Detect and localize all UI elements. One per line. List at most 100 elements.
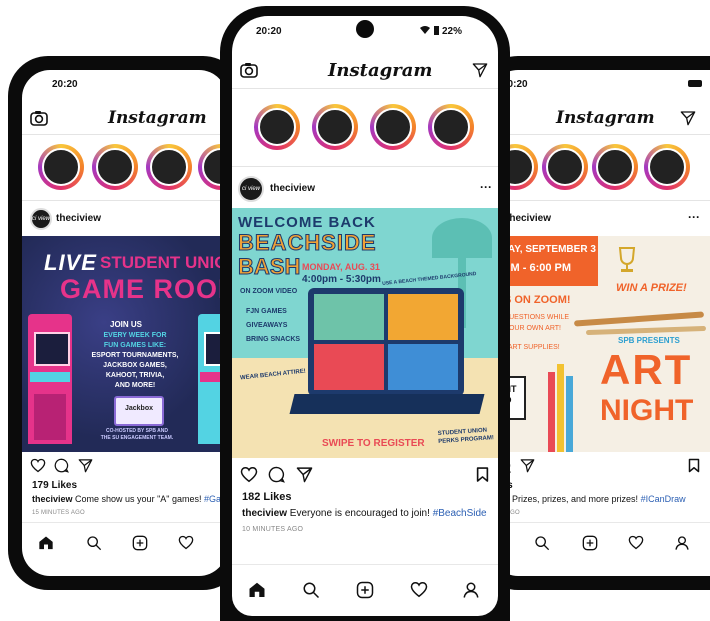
like-heart-icon[interactable] (30, 458, 46, 473)
post-title-big: GAME ROOM (60, 274, 227, 304)
post-caption: iew Prizes, prizes, and more prizes! #IC… (496, 494, 686, 504)
post-username[interactable]: theciview (270, 183, 315, 194)
comment-icon[interactable] (54, 458, 69, 473)
post-bullet: FJN GAMES (246, 308, 287, 315)
status-time: 20:20 (52, 79, 78, 90)
activity-heart-icon[interactable] (178, 535, 194, 550)
post-join: JOIN US (110, 320, 143, 329)
new-post-icon[interactable] (132, 535, 148, 551)
post-date: MONDAY, AUG. 31 (302, 262, 380, 272)
post-username[interactable]: theciview (506, 213, 551, 224)
new-post-icon[interactable] (356, 581, 374, 599)
home-icon[interactable] (248, 581, 266, 598)
post-cohost: CO-HOSTED BY SPB AND THE SU ENGAGEMENT T… (100, 428, 174, 441)
direct-message-icon[interactable] (472, 62, 488, 78)
video-tile (388, 294, 458, 340)
new-post-icon[interactable] (582, 535, 598, 551)
status-bar: 20:20 (490, 70, 710, 98)
post-image[interactable]: SDAY, SEPTEMBER 3 0 PM - 6:00 PM US ON Z… (490, 236, 710, 452)
pencil (548, 372, 555, 452)
like-heart-icon[interactable] (240, 466, 258, 483)
post-bullet: BRING SNACKS (246, 336, 301, 343)
profile-icon[interactable] (462, 581, 480, 599)
home-icon[interactable] (38, 535, 54, 550)
camera-icon[interactable] (30, 110, 48, 126)
wifi-icon (420, 26, 430, 34)
post-bullet: GIVEAWAYS (246, 322, 288, 329)
instagram-logo: Instagram (556, 108, 655, 128)
app-header: Instagram (490, 98, 710, 138)
left-phone-screen: 20:20 Instagram ci view theciview LIVE S… (22, 70, 227, 576)
pencil (557, 364, 564, 452)
app-header: Instagram (22, 98, 227, 138)
story-avatar[interactable] (592, 144, 638, 190)
story-avatar[interactable] (38, 144, 84, 190)
pencil (566, 376, 573, 452)
post-night: NIGHT (600, 394, 694, 427)
comment-icon[interactable] (268, 466, 285, 483)
header-divider (232, 88, 498, 89)
header-divider (490, 134, 710, 135)
more-options-icon[interactable]: ··· (688, 210, 700, 224)
activity-heart-icon[interactable] (628, 535, 644, 550)
story-avatar[interactable] (254, 104, 300, 150)
post-laptop-screen (308, 288, 464, 396)
post-time-ago: 15 MINUTES AGO (32, 510, 85, 516)
post-zoom: ON ZOOM VIDEO (240, 288, 298, 295)
search-icon[interactable] (302, 581, 320, 599)
story-avatar[interactable] (312, 104, 358, 150)
post-live: LIVE (44, 250, 97, 275)
post-avatar[interactable]: ci view (238, 176, 264, 202)
post-line1: WELCOME BACK (238, 214, 376, 231)
story-avatar[interactable] (146, 144, 192, 190)
share-icon[interactable] (78, 458, 93, 473)
more-options-icon[interactable]: ··· (480, 180, 492, 194)
search-icon[interactable] (86, 535, 102, 551)
paintbrush (573, 311, 705, 327)
center-phone-screen: 20:20 22% Instagram ci view theciview ··… (232, 16, 498, 616)
bookmark-icon[interactable] (688, 458, 700, 473)
video-tile (314, 294, 384, 340)
bookmark-icon[interactable] (476, 466, 489, 483)
post-username[interactable]: theciview (56, 213, 101, 224)
video-tile (388, 344, 458, 390)
post-prize: WIN A PRIZE! (616, 282, 687, 294)
post-line3: BASH (237, 254, 301, 280)
app-header: Instagram (232, 52, 498, 92)
post-time: 4:00pm - 5:30pm (302, 274, 381, 285)
instagram-logo: Instagram (108, 108, 207, 128)
paintbrush (585, 325, 707, 336)
direct-message-icon[interactable] (680, 110, 696, 126)
story-avatar[interactable] (644, 144, 690, 190)
profile-icon[interactable] (674, 535, 690, 551)
stories-divider (232, 166, 498, 167)
post-swipe[interactable]: SWIPE TO REGISTER (322, 438, 425, 449)
trophy-icon (616, 246, 638, 274)
battery-icon (688, 80, 702, 87)
share-icon[interactable] (520, 458, 535, 473)
bottom-nav (490, 522, 710, 563)
story-avatar[interactable] (428, 104, 474, 150)
video-tile (314, 344, 384, 390)
post-image[interactable]: WELCOME BACK BEACHSIDE BASH MONDAY, AUG.… (232, 208, 498, 458)
camera-icon[interactable] (240, 62, 258, 78)
story-avatar[interactable] (542, 144, 588, 190)
camera-notch (356, 20, 374, 38)
post-art: ART (600, 346, 693, 393)
header-divider (22, 134, 227, 135)
bottom-nav (232, 564, 498, 616)
status-bar: 20:20 22% (232, 16, 498, 44)
likes-count: 179 Likes (32, 480, 78, 491)
search-icon[interactable] (534, 535, 550, 551)
story-avatar[interactable] (92, 144, 138, 190)
story-avatar[interactable] (370, 104, 416, 150)
post-title-top: STUDENT UNIO (100, 253, 227, 272)
right-phone-screen: 20:20 Instagram theciview ··· SDAY, SEPT… (490, 70, 710, 576)
post-line2: BEACHSIDE (238, 230, 377, 256)
post-image[interactable]: LIVE STUDENT UNIO GAME ROOM JOIN US EVER… (22, 236, 227, 452)
post-laptop: Jackbox (114, 396, 164, 426)
post-avatar[interactable]: ci view (30, 208, 52, 230)
post-lines: EVERY WEEK FOR FUN GAMES LIKE: ESPORT TO… (91, 332, 179, 389)
share-icon[interactable] (296, 466, 313, 483)
activity-heart-icon[interactable] (410, 581, 428, 598)
